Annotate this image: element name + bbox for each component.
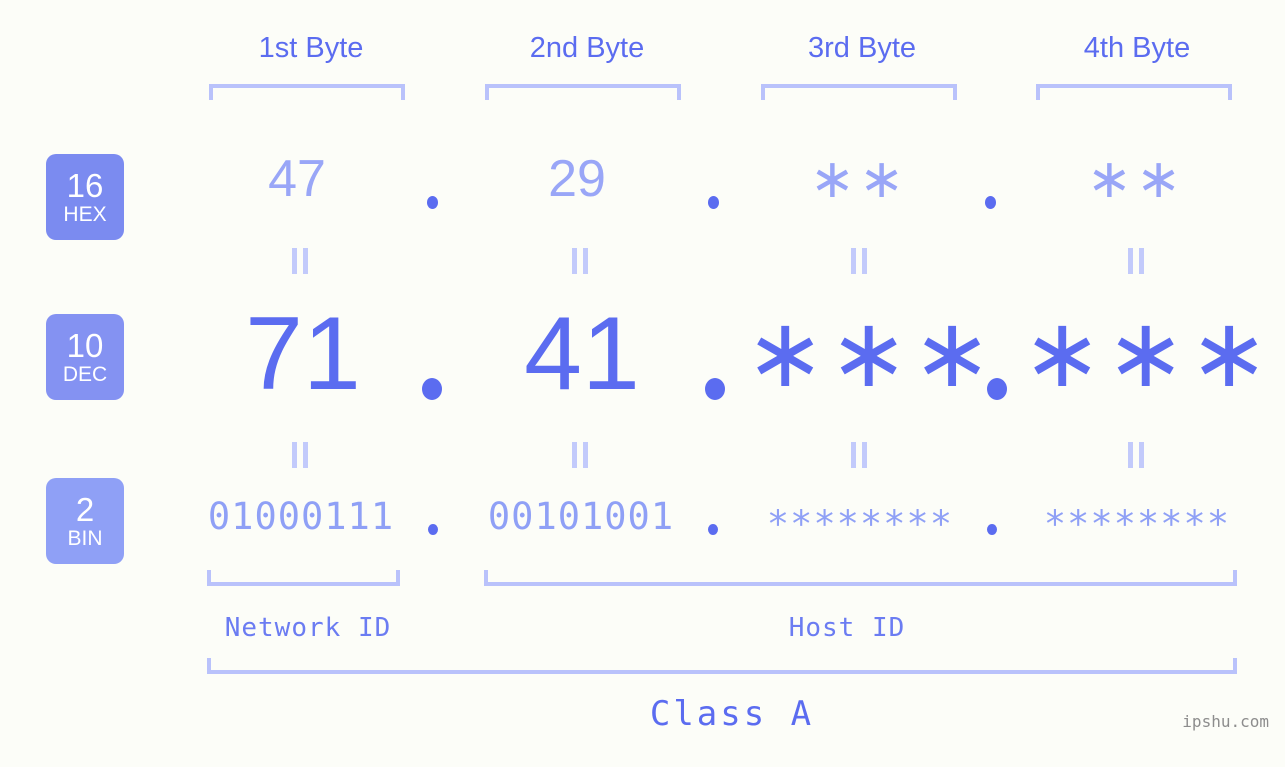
byte-header-4: 4th Byte	[1083, 32, 1191, 64]
ip-address-breakdown-diagram: 1st Byte 2nd Byte 3rd Byte 4th Byte 16 H…	[0, 0, 1285, 767]
dec-dot-separator-2	[705, 378, 725, 400]
host-id-label: Host ID	[788, 613, 906, 643]
equality-separator-dec-bin-1	[289, 442, 311, 468]
hex-dot-separator-2	[708, 196, 719, 209]
hex-byte-1: 47	[268, 150, 326, 208]
radix-badge-bin-label: BIN	[67, 526, 103, 550]
byte-bracket-top-4	[1036, 84, 1232, 100]
bin-dot-separator-2	[708, 524, 718, 535]
site-watermark: ipshu.com	[1182, 712, 1269, 731]
equality-separator-dec-bin-4	[1125, 442, 1147, 468]
hex-byte-3: ∗∗	[809, 149, 909, 209]
hex-byte-2: 29	[548, 150, 606, 208]
byte-bracket-top-3	[761, 84, 957, 100]
hex-byte-4: ∗∗	[1086, 149, 1186, 209]
equality-separator-dec-bin-2	[569, 442, 591, 468]
byte-header-3: 3rd Byte	[808, 32, 916, 64]
host-id-bracket	[484, 570, 1237, 586]
bin-byte-4: ∗∗∗∗∗∗∗∗	[1043, 495, 1231, 538]
byte-bracket-top-1	[209, 84, 405, 100]
bin-dot-separator-3	[987, 524, 997, 535]
radix-badge-dec-number: 10	[66, 326, 104, 364]
dec-byte-2: 41	[524, 296, 640, 412]
bin-byte-2: 00101001	[487, 495, 675, 538]
dec-byte-4: ∗∗∗	[1022, 300, 1273, 407]
radix-badge-hex[interactable]: 16 HEX	[46, 154, 124, 240]
radix-badge-dec[interactable]: 10 DEC	[46, 314, 124, 400]
radix-badge-bin-number: 2	[75, 490, 95, 528]
dec-dot-separator-1	[422, 378, 442, 400]
dec-byte-1: 71	[245, 296, 361, 412]
radix-badge-hex-label: HEX	[63, 202, 107, 226]
hex-dot-separator-1	[427, 196, 438, 209]
radix-badge-hex-number: 16	[66, 166, 104, 204]
hex-dot-separator-3	[985, 196, 996, 209]
equality-separator-hex-dec-4	[1125, 248, 1147, 274]
network-id-bracket	[207, 570, 400, 586]
dec-byte-3: ∗∗∗	[745, 300, 996, 407]
byte-header-2: 2nd Byte	[529, 32, 645, 64]
bin-byte-1: 01000111	[207, 495, 395, 538]
radix-badge-bin[interactable]: 2 BIN	[46, 478, 124, 564]
equality-separator-hex-dec-3	[848, 248, 870, 274]
network-id-label: Network ID	[224, 613, 392, 643]
equality-separator-hex-dec-1	[289, 248, 311, 274]
byte-bracket-top-2	[485, 84, 681, 100]
byte-header-1: 1st Byte	[258, 32, 364, 64]
class-bracket	[207, 658, 1237, 674]
bin-byte-3: ∗∗∗∗∗∗∗∗	[766, 495, 954, 538]
class-label: Class A	[649, 694, 815, 734]
equality-separator-hex-dec-2	[569, 248, 591, 274]
equality-separator-dec-bin-3	[848, 442, 870, 468]
dec-dot-separator-3	[987, 378, 1007, 400]
bin-dot-separator-1	[428, 524, 438, 535]
radix-badge-dec-label: DEC	[62, 362, 108, 386]
